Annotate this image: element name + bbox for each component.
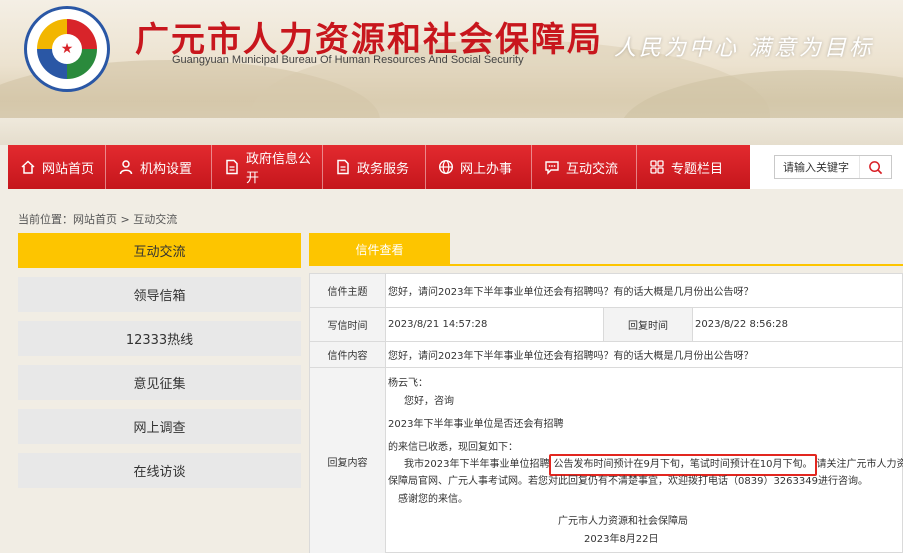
letter-table: 信件主题 您好，请问2023年下半年事业单位还会有招聘吗？有的话大概是几月份出公… (309, 273, 903, 553)
nav-item-label: 政府信息公开 (246, 152, 312, 186)
user-icon (119, 160, 133, 175)
nav-item-label: 网站首页 (42, 161, 95, 177)
reply-time-label: 回复时间 (603, 308, 693, 341)
table-row: 写信时间 2023/8/21 14:57:28 回复时间 2023/8/22 8… (310, 308, 903, 342)
main-nav: 网站首页 机构设置 政府信息公开 政务服务 网上办事 互动交流 专题栏目 (8, 145, 750, 189)
subject-value: 您好，请问2023年下半年事业单位还会有招聘吗？有的话大概是几月份出公告呀？ (388, 287, 754, 298)
write-time-value: 2023/8/21 14:57:28 (388, 319, 488, 330)
globe-icon (438, 159, 454, 175)
write-time-label: 写信时间 (310, 308, 386, 341)
nav-item-home[interactable]: 网站首页 (8, 145, 106, 189)
tab-label: 信件查看 (355, 243, 404, 257)
sidebar-item-label: 意见征集 (133, 377, 186, 392)
table-row: 回复内容 杨云飞： 您好，咨询 2023年下半年事业单位是否还会有招聘 的来信已… (310, 368, 903, 553)
nav-item-label: 政务服务 (357, 161, 410, 177)
reply-line-1-prefix: 我市2023年下半年事业单位招聘 (404, 459, 550, 470)
logo-center-icon: ★ (52, 34, 82, 64)
nav-item-label: 网上办事 (460, 161, 513, 177)
reply-thanks: 感谢您的来信。 (398, 494, 468, 505)
reply-date: 2023年8月22日 (584, 534, 659, 545)
reply-line-1-suffix: 请关注广元市人力资源和社会 (816, 459, 903, 470)
site-subtitle: Guangyuan Municipal Bureau Of Human Reso… (172, 54, 524, 66)
reply-greeting: 杨云飞： (388, 378, 428, 389)
nav-item-gov-info[interactable]: 政府信息公开 (212, 145, 323, 189)
sidebar-item-label: 在线访谈 (133, 465, 186, 480)
nav-item-organization[interactable]: 机构设置 (106, 145, 212, 189)
bureau-logo[interactable]: ★ (24, 6, 110, 92)
reply-time-value: 2023/8/22 8:56:28 (695, 319, 789, 330)
search-input[interactable] (775, 156, 859, 178)
reply-hello: 您好，咨询 (404, 396, 454, 407)
nav-item-online-services[interactable]: 网上办事 (426, 145, 532, 189)
home-icon (21, 160, 35, 174)
nav-item-interaction[interactable]: 互动交流 (532, 145, 637, 189)
sidebar-item-online-survey[interactable]: 网上调查 (18, 409, 301, 444)
logo-emblem: ★ (37, 19, 97, 79)
sidebar-item-interaction[interactable]: 互动交流 (18, 233, 301, 268)
sidebar-item-label: 领导信箱 (133, 289, 186, 304)
chat-icon (545, 161, 559, 175)
site-slogan: 人民为中心 满意为目标 (614, 36, 874, 61)
sidebar-item-label: 网上调查 (133, 421, 186, 436)
header-banner: ★ 广元市人力资源和社会保障局 Guangyuan Municipal Bure… (0, 0, 903, 145)
reply-line-2: 保障局官网、广元人事考试网。若您对此回复仍有不清楚事宜，欢迎拨打电话（0839）… (388, 476, 868, 487)
document-icon (226, 159, 238, 175)
table-row: 信件主题 您好，请问2023年下半年事业单位还会有招聘吗？有的话大概是几月份出公… (310, 274, 903, 308)
reply-highlight: 公告发布时间预计在9月下旬，笔试时间预计在10月下旬。 (549, 454, 817, 476)
nav-item-gov-services[interactable]: 政务服务 (323, 145, 426, 189)
sidebar-item-12333-hotline[interactable]: 12333热线 (18, 321, 301, 356)
content-value: 您好，请问2023年下半年事业单位还会有招聘吗？有的话大概是几月份出公告呀？ (388, 351, 754, 362)
reply-topic: 2023年下半年事业单位是否还会有招聘 (388, 419, 564, 430)
search-icon (869, 160, 883, 174)
search-box (774, 155, 892, 179)
sidebar-item-online-interview[interactable]: 在线访谈 (18, 453, 301, 488)
grid-icon (650, 160, 664, 174)
nav-item-special-topics[interactable]: 专题栏目 (637, 145, 750, 189)
sidebar-item-label: 互动交流 (133, 245, 186, 260)
table-row: 信件内容 您好，请问2023年下半年事业单位还会有招聘吗？有的话大概是几月份出公… (310, 342, 903, 368)
sidebar-item-label: 12333热线 (125, 333, 194, 348)
document-icon (337, 159, 349, 175)
nav-item-label: 专题栏目 (671, 161, 724, 177)
sidebar-item-opinion-collection[interactable]: 意见征集 (18, 365, 301, 400)
sidebar-item-leader-mailbox[interactable]: 领导信箱 (18, 277, 301, 312)
nav-item-label: 机构设置 (140, 161, 193, 177)
subject-label: 信件主题 (310, 274, 386, 307)
sidebar: 互动交流 领导信箱 12333热线 意见征集 网上调查 在线访谈 (18, 233, 301, 497)
content-tab-bar: 信件查看 (309, 233, 903, 266)
content-label: 信件内容 (310, 342, 386, 367)
reply-line-1: 我市2023年下半年事业单位招聘 公告发布时间预计在9月下旬，笔试时间预计在10月… (404, 454, 903, 476)
tab-letter-view[interactable]: 信件查看 (309, 233, 450, 266)
reply-label: 回复内容 (310, 368, 386, 553)
nav-item-label: 互动交流 (566, 161, 619, 177)
breadcrumb: 当前位置：网站首页 > 互动交流 (18, 213, 178, 226)
search-button[interactable] (859, 156, 891, 178)
banner-background (0, 118, 903, 145)
reply-signature: 广元市人力资源和社会保障局 (558, 516, 688, 527)
